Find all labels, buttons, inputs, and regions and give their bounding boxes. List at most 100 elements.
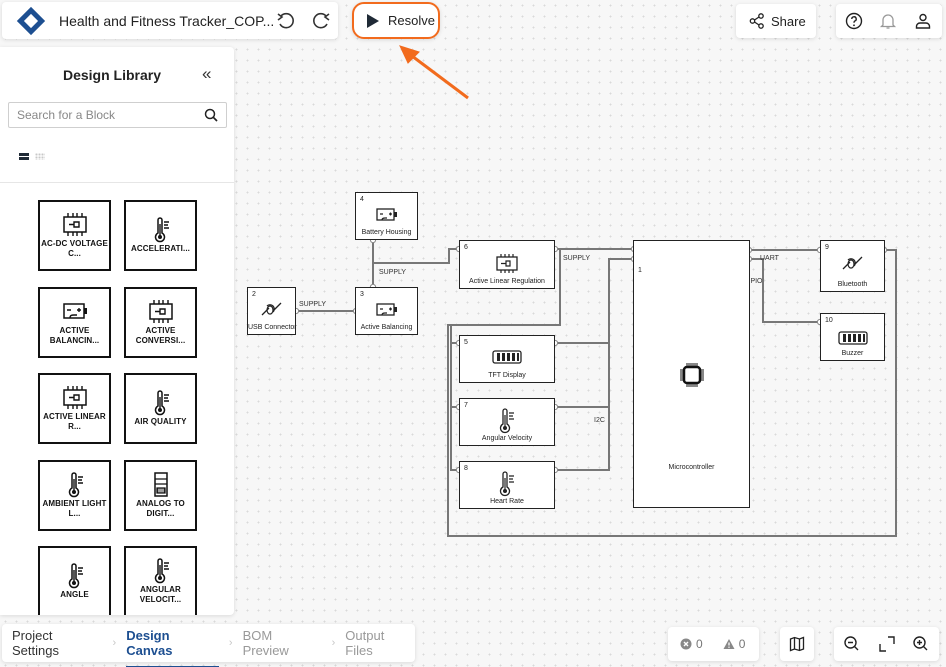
search-icon[interactable] — [204, 108, 218, 122]
library-block-label: ANGULAR VELOCIT... — [139, 585, 182, 604]
block-microcontroller[interactable]: 1 Microcontroller — [633, 240, 750, 508]
thermometer-icon — [154, 390, 169, 416]
library-block-label: AIR QUALITY — [134, 417, 187, 426]
battery-plug-icon — [375, 208, 397, 221]
resolve-button[interactable]: Resolve — [352, 2, 440, 39]
zoom-in-icon[interactable] — [912, 635, 930, 653]
undo-icon[interactable] — [276, 11, 296, 31]
share-icon — [749, 13, 764, 29]
header-actions — [836, 4, 942, 38]
grid-view-icon[interactable] — [35, 153, 45, 160]
library-block[interactable]: ANGLE — [38, 546, 111, 615]
wire-supply-to-regulator — [373, 248, 459, 264]
list-view-icon[interactable] — [19, 153, 29, 160]
block-label: Battery Housing — [361, 229, 412, 236]
block-label: Buzzer — [841, 350, 864, 357]
step-bom-preview[interactable]: BOM Preview — [243, 628, 322, 658]
zoom-controls — [834, 627, 939, 661]
block-number: 5 — [464, 339, 468, 346]
library-block[interactable]: ANALOG TO DIGIT... — [124, 460, 197, 531]
app-logo-icon — [16, 6, 46, 35]
share-button[interactable]: Share — [736, 4, 816, 38]
block-label: Angular Velocity — [481, 435, 533, 442]
chip-plug-icon — [148, 300, 173, 323]
thermometer-icon — [499, 471, 514, 497]
block-usb-connector[interactable]: 2 USB Connector — [247, 287, 297, 335]
bell-icon[interactable] — [879, 12, 897, 30]
library-block[interactable]: ACCELERATI... — [124, 200, 197, 271]
library-block[interactable]: ACTIVE BALANCIN... — [38, 287, 111, 358]
chip-plug-icon — [62, 386, 87, 409]
error-icon — [680, 638, 692, 650]
block-search-input[interactable] — [17, 108, 197, 122]
block-active-linear-regulation[interactable]: 6 Active Linear Regulation — [459, 240, 555, 289]
validation-status[interactable]: 0 0 — [668, 627, 759, 661]
step-output-files[interactable]: Output Files — [345, 628, 415, 658]
step-separator-icon: › — [228, 637, 233, 649]
collapse-panel-icon[interactable]: « — [202, 64, 211, 84]
block-label: TFT Display — [488, 372, 526, 379]
block-label: Active Balancing — [360, 324, 413, 331]
block-number: 3 — [360, 291, 364, 298]
step-separator-icon: › — [331, 637, 336, 649]
library-block-label: ANGLE — [60, 590, 89, 599]
thermometer-icon — [154, 558, 169, 584]
warning-count: 0 — [738, 637, 746, 651]
chip-plug-icon — [62, 213, 87, 236]
battery-plug-icon — [62, 303, 87, 319]
thermometer-icon — [154, 217, 169, 243]
warning-icon — [723, 639, 735, 649]
redo-icon[interactable] — [311, 11, 331, 31]
chip-plug-icon — [496, 254, 518, 273]
library-block[interactable]: ANGULAR VELOCIT... — [124, 546, 197, 615]
block-buzzer[interactable]: 10 Buzzer — [820, 313, 885, 361]
user-icon[interactable] — [914, 12, 932, 30]
workflow-stepper: Project Settings › Design Canvas › BOM P… — [2, 624, 415, 667]
block-number: 8 — [464, 465, 468, 472]
library-block[interactable]: AC-DC VOLTAGE C... — [38, 200, 111, 271]
wire-i2c-bus — [555, 258, 634, 471]
block-battery-housing[interactable]: 4 Battery Housing — [355, 192, 418, 240]
fit-screen-icon[interactable] — [878, 635, 896, 653]
library-block-label: ACTIVE CONVERSI... — [135, 326, 186, 345]
block-number: 2 — [252, 291, 256, 298]
cable-icon — [842, 256, 862, 270]
annotation-arrow — [399, 45, 469, 100]
library-block[interactable]: ACTIVE LINEAR R... — [38, 373, 111, 444]
library-block-label: AMBIENT LIGHT L... — [42, 499, 107, 518]
net-label-i2c: I2C — [594, 417, 605, 424]
block-active-balancing[interactable]: 3 Active Balancing — [355, 287, 418, 335]
step-separator-icon: › — [112, 637, 117, 649]
block-number: 1 — [638, 267, 642, 274]
adc-module-icon — [153, 472, 168, 497]
map-icon — [789, 636, 805, 652]
wire-gpio — [749, 258, 820, 323]
minimap-button[interactable] — [780, 627, 814, 661]
block-angular-velocity[interactable]: 7 Angular Velocity — [459, 398, 555, 446]
block-search-field[interactable] — [8, 102, 227, 128]
step-project-settings[interactable]: Project Settings — [12, 628, 103, 658]
library-block-label: ACTIVE LINEAR R... — [43, 412, 106, 431]
block-number: 9 — [825, 244, 829, 251]
block-heart-rate[interactable]: 8 Heart Rate — [459, 461, 555, 509]
mcu-chip-icon — [679, 363, 704, 387]
library-block-label: ACTIVE BALANCIN... — [49, 326, 100, 345]
net-label-supply: SUPPLY — [563, 255, 591, 262]
resolve-label: Resolve — [388, 13, 435, 28]
library-block-label: ACCELERATI... — [131, 244, 190, 253]
help-icon[interactable] — [845, 12, 863, 30]
zoom-out-icon[interactable] — [843, 635, 861, 653]
block-bluetooth[interactable]: 9 Bluetooth — [820, 240, 885, 292]
library-title: Design Library — [62, 67, 162, 83]
library-block[interactable]: ACTIVE CONVERSI... — [124, 287, 197, 358]
library-block[interactable]: AMBIENT LIGHT L... — [38, 460, 111, 531]
library-block-label: AC-DC VOLTAGE C... — [41, 239, 108, 258]
block-number: 10 — [825, 317, 833, 324]
block-tft-display[interactable]: 5 TFT Display — [459, 335, 555, 383]
step-design-canvas[interactable]: Design Canvas — [126, 628, 219, 667]
dip-switch-icon — [837, 331, 868, 345]
library-block[interactable]: AIR QUALITY — [124, 373, 197, 444]
thermometer-icon — [68, 472, 83, 498]
share-label: Share — [771, 13, 806, 29]
thermometer-icon — [499, 408, 514, 434]
